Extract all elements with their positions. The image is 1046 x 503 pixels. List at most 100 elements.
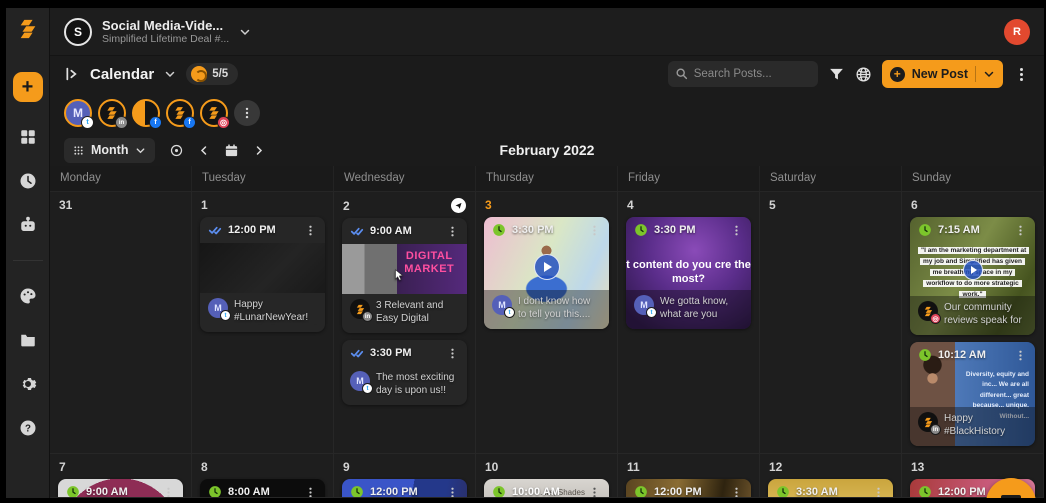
scheduled-clock-icon <box>634 485 648 498</box>
account-avatar-linkedin[interactable] <box>98 99 126 127</box>
account-avatar-facebook-2[interactable] <box>166 99 194 127</box>
post-menu-icon[interactable] <box>872 486 885 499</box>
post-card[interactable]: 3:30 PM t content do you cre the most? M… <box>626 217 751 329</box>
post-card[interactable]: 12:00 PM M Happy #LunarNewYear! 2022 is … <box>200 217 325 332</box>
create-new-button[interactable]: + <box>13 72 43 102</box>
calendar-cell-feb10[interactable]: 10 ...rs, Shades 10:00 AM <box>476 454 618 498</box>
post-card[interactable]: 9:00 AM DIGITAL MARKET 3 Relevant and Ea… <box>342 218 467 333</box>
user-avatar[interactable]: R <box>1004 19 1030 45</box>
play-icon[interactable] <box>534 254 560 280</box>
scheduled-clock-icon <box>776 485 790 498</box>
plus-icon: + <box>890 67 905 82</box>
search-input[interactable] <box>668 61 818 87</box>
post-menu-icon[interactable] <box>1014 349 1027 362</box>
workspace-selector[interactable]: S Social Media-Vide... Simplified Lifeti… <box>64 18 251 46</box>
calendar-cell-feb2[interactable]: 2 9:00 AM DIGITAL MARKET <box>334 192 476 454</box>
post-caption: Happy #BlackHistory Month How is your c.… <box>944 412 1027 439</box>
scheduled-clock-icon <box>918 485 932 498</box>
date-label: 2 <box>343 199 350 213</box>
post-card[interactable]: 3:30 PM M I dont know how to tell you th… <box>484 217 609 329</box>
post-menu-icon[interactable] <box>1014 224 1027 237</box>
dashboard-icon[interactable] <box>19 128 37 146</box>
scheduled-clock-icon <box>918 223 932 237</box>
calendar-cell-feb9[interactable]: 9 12:00 PM <box>334 454 476 498</box>
post-caption: Our community reviews speak for themselv… <box>944 301 1027 328</box>
settings-icon[interactable] <box>19 375 37 393</box>
facebook-badge-icon <box>149 116 162 129</box>
calendar-cell-jan31[interactable]: 31 <box>50 192 192 454</box>
post-card[interactable]: 9:00 AM <box>58 479 183 498</box>
chevron-down-icon <box>239 26 251 38</box>
brand-kit-icon[interactable] <box>19 287 37 305</box>
globe-icon[interactable] <box>855 66 872 83</box>
credits-badge[interactable]: 5/5 <box>186 63 238 85</box>
post-menu-icon[interactable] <box>304 486 317 499</box>
help-icon[interactable] <box>19 419 37 437</box>
chevron-down-icon[interactable] <box>164 68 176 80</box>
ai-assistant-icon[interactable] <box>19 216 37 234</box>
view-selector[interactable]: Month <box>64 138 155 163</box>
post-time: 12:00 PM <box>654 486 724 498</box>
new-post-button[interactable]: + New Post <box>882 60 1003 88</box>
post-card[interactable]: ...rs, Shades 10:00 AM <box>484 479 609 498</box>
post-caption: We gotta know, what are you creating mos… <box>660 295 743 322</box>
post-card[interactable]: 12:00 PM <box>342 479 467 498</box>
post-account-avatar: M <box>208 298 228 318</box>
more-accounts-button[interactable] <box>234 100 260 126</box>
post-menu-icon[interactable] <box>588 224 601 237</box>
post-card[interactable]: 3:30 PM M The most exciting day is upon … <box>342 340 467 405</box>
calendar-grid: 31 1 12:00 PM M Happy #LunarNewYear! 202… <box>50 192 1044 498</box>
published-check-icon <box>208 223 222 237</box>
account-avatar-twitter[interactable]: M <box>64 99 92 127</box>
weekday-label: Sunday <box>902 166 1044 191</box>
twitter-badge-icon <box>81 116 94 129</box>
play-icon[interactable] <box>963 260 983 280</box>
account-avatar-facebook[interactable] <box>132 99 160 127</box>
weekday-label: Tuesday <box>192 166 334 191</box>
more-options-icon[interactable] <box>1013 66 1030 83</box>
calendar-cell-feb8[interactable]: 8 8:00 AM <box>192 454 334 498</box>
calendar-cell-feb6[interactable]: 6 7:15 AM "I am the marketing department… <box>902 192 1044 454</box>
calendar-icon[interactable] <box>224 143 239 158</box>
calendar-cell-feb4[interactable]: 4 3:30 PM t content do you cre the most?… <box>618 192 760 454</box>
calendar-cell-feb3-today[interactable]: 3 3:30 PM M I dont know how to tell you … <box>476 192 618 454</box>
history-icon[interactable] <box>19 172 37 190</box>
post-menu-icon[interactable] <box>730 486 743 499</box>
post-thumbnail <box>200 243 325 293</box>
post-card[interactable]: 7:15 AM "I am the marketing department a… <box>910 217 1035 335</box>
post-menu-icon[interactable] <box>730 224 743 237</box>
post-account-avatar <box>918 301 938 321</box>
post-menu-icon[interactable] <box>446 225 459 238</box>
next-month-icon[interactable] <box>253 143 265 158</box>
calendar-cell-feb12[interactable]: 12 3:30 AM <box>760 454 902 498</box>
sidebar-divider <box>13 260 43 261</box>
date-label: 10 <box>485 460 498 474</box>
calendar-cell-feb1[interactable]: 1 12:00 PM M Happy #LunarNewYear! 2022 i… <box>192 192 334 454</box>
post-menu-icon[interactable] <box>304 224 317 237</box>
post-time: 10:00 AM <box>512 486 582 498</box>
post-menu-icon[interactable] <box>446 347 459 360</box>
today-target-icon[interactable] <box>169 143 184 158</box>
post-card[interactable]: 8:00 AM <box>200 479 325 498</box>
post-account-avatar: M <box>634 295 654 315</box>
post-card[interactable]: 12:00 PM <box>626 479 751 498</box>
post-menu-icon[interactable] <box>588 486 601 499</box>
post-menu-icon[interactable] <box>162 486 175 499</box>
calendar-cell-feb11[interactable]: 11 12:00 PM <box>618 454 760 498</box>
post-card[interactable]: 3:30 AM <box>768 479 893 498</box>
post-menu-icon[interactable] <box>446 486 459 499</box>
date-label: 31 <box>59 198 72 212</box>
mouse-cursor-icon <box>392 268 406 282</box>
post-account-avatar: M <box>492 295 512 315</box>
calendar-cell-feb7[interactable]: 7 9:00 AM <box>50 454 192 498</box>
previous-month-icon[interactable] <box>198 143 210 158</box>
account-avatar-instagram[interactable] <box>200 99 228 127</box>
grid-icon <box>73 145 84 156</box>
workspace-avatar: S <box>64 18 92 46</box>
calendar-cell-feb5[interactable]: 5 <box>760 192 902 454</box>
folders-icon[interactable] <box>19 331 37 349</box>
collapse-panel-icon[interactable] <box>64 66 80 82</box>
filter-icon[interactable] <box>828 66 845 83</box>
scheduled-clock-icon <box>492 223 506 237</box>
post-card[interactable]: 10:12 AM Diversity, equity and inc... We… <box>910 342 1035 446</box>
